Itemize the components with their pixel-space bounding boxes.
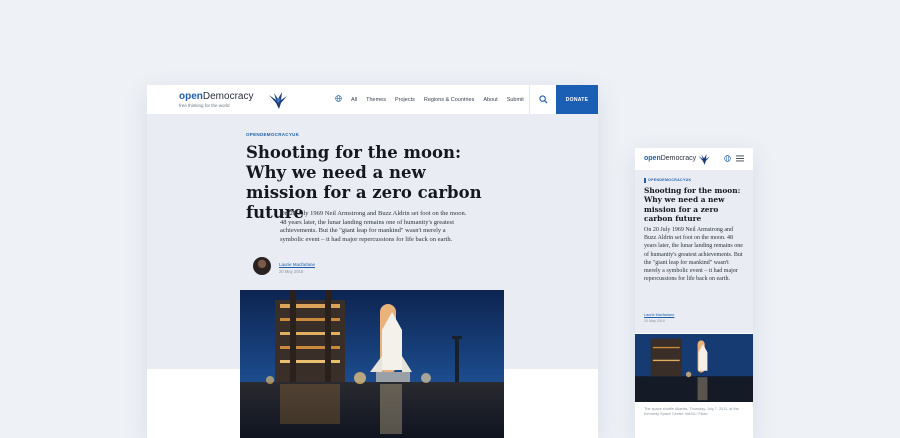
nav-all[interactable]: All bbox=[351, 97, 357, 103]
nav-projects[interactable]: Projects bbox=[395, 97, 415, 103]
nav-divider bbox=[529, 85, 530, 114]
nav-about[interactable]: About bbox=[483, 97, 497, 103]
site-logo[interactable]: openDemocracy bbox=[179, 91, 253, 102]
mobile-article-title: Shooting for the moon: Why we need a new… bbox=[644, 186, 741, 224]
article-kicker[interactable]: OPENDEMOCRACYUK bbox=[246, 132, 299, 137]
photo-caption: The space shuttle Atlantis, Thursday, Ju… bbox=[644, 407, 739, 416]
mobile-site-logo[interactable]: openDemocracy bbox=[644, 155, 696, 162]
mobile-article-kicker[interactable]: OPENDEMOCRACYUK bbox=[648, 178, 691, 182]
article-date: 20 May 2018 bbox=[279, 269, 304, 274]
mobile-globe-icon[interactable] bbox=[724, 155, 731, 162]
space-shuttle-photo-icon bbox=[240, 290, 504, 438]
mobile-mockup: openDemocracy OPENDEMOCRACYUK Shooting f… bbox=[635, 148, 753, 438]
main-nav: All Themes Projects Regions & Countries … bbox=[351, 97, 533, 103]
author-name[interactable]: Laurie Macfarlane bbox=[279, 262, 315, 267]
desktop-mockup: openDemocracy free thinking for the worl… bbox=[147, 85, 598, 438]
mobile-hero-photo bbox=[635, 334, 753, 402]
nav-regions[interactable]: Regions & Countries bbox=[424, 97, 474, 103]
desktop-header: openDemocracy free thinking for the worl… bbox=[147, 85, 598, 115]
logo-democracy-text: Democracy bbox=[202, 91, 254, 102]
mobile-bird-logo-icon bbox=[698, 153, 710, 165]
nav-submit[interactable]: Submit bbox=[507, 97, 524, 103]
bird-logo-icon bbox=[269, 92, 287, 109]
kicker-accent-bar bbox=[644, 178, 646, 183]
search-icon[interactable] bbox=[539, 95, 548, 104]
mobile-article-lede: On 20 July 1969 Neil Armstrong and Buzz … bbox=[644, 227, 743, 283]
mobile-logo-open-text: open bbox=[644, 155, 661, 162]
globe-icon[interactable] bbox=[335, 95, 342, 102]
mobile-author-name[interactable]: Laurie Macfarlane bbox=[644, 313, 674, 317]
author-avatar[interactable] bbox=[253, 257, 271, 275]
mobile-header: openDemocracy bbox=[635, 148, 753, 171]
nav-themes[interactable]: Themes bbox=[366, 97, 386, 103]
hamburger-menu-icon[interactable] bbox=[736, 155, 744, 162]
article-lede: On 20 July 1969 Neil Armstrong and Buzz … bbox=[280, 210, 467, 243]
mobile-article-date: 20 May 2018 bbox=[644, 319, 665, 323]
mobile-logo-democracy-text: Democracy bbox=[660, 155, 697, 162]
mobile-space-shuttle-photo-icon bbox=[635, 334, 753, 402]
donate-button[interactable]: DONATE bbox=[556, 85, 598, 114]
hero-photo bbox=[240, 290, 504, 438]
logo-open-text: open bbox=[179, 91, 203, 102]
logo-tagline: free thinking for the world bbox=[179, 103, 230, 108]
